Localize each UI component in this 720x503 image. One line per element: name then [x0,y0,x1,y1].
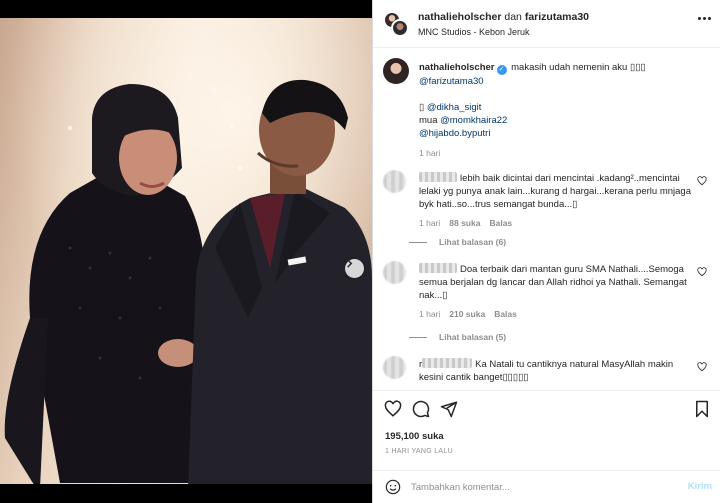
author-conjunction: dan [504,11,522,23]
avatar[interactable] [383,261,406,284]
comment-text: lebih baik dicintai dari mencintai .kada… [419,173,691,210]
like-heart-icon[interactable] [384,400,402,418]
blurred-username [419,263,457,273]
avatar[interactable] [383,58,409,84]
avatar [391,19,409,37]
post-side-panel: nathalieholscher dan farizutama30 MNC St… [372,0,720,503]
caption-mention[interactable]: @hijabdo.byputri [419,128,490,139]
emoji-smile-icon[interactable] [385,479,401,495]
heart-icon[interactable] [697,176,707,186]
avatar[interactable] [383,356,406,379]
reply-button[interactable]: Balas [489,217,512,230]
caption-mention[interactable]: @farizutama30 [419,76,484,87]
caption-emoji: ▯ [419,102,425,113]
bookmark-icon[interactable] [694,400,710,418]
post-location[interactable]: MNC Studios - Kebon Jeruk [418,27,530,37]
caption-body: makasih udah nemenin aku [511,62,628,73]
caption-mention[interactable]: @dikha_sigit [427,102,482,113]
verified-badge-icon: ✓ [496,65,507,75]
view-replies-button[interactable]: Lihat balasan (6) [409,237,506,247]
avatar[interactable] [383,170,406,193]
blurred-username [422,358,473,368]
post-comment-button[interactable]: Kirim [688,481,712,492]
comment-likes[interactable]: 210 suka [449,308,485,321]
comment-meta: 1 hari 88 suka Balas [419,217,691,230]
chevron-right-icon [347,259,353,268]
coauthor-username[interactable]: farizutama30 [525,11,589,23]
comment-input[interactable] [411,478,661,496]
add-comment-bar: Kirim [373,470,720,503]
comment-meta: 1 hari 210 suka Balas [419,308,691,321]
comment-body: r Ka Natali tu cantiknya natural MasyAlla… [419,358,691,384]
caption-mention[interactable]: @momkhaira22 [440,115,507,126]
comments-scroll-area[interactable]: nathalieholscher ✓ makasih udah nemenin a… [373,48,720,388]
reply-button[interactable]: Balas [494,308,517,321]
view-replies-button[interactable]: Lihat balasan (5) [409,332,506,342]
comment-icon[interactable] [412,400,430,418]
comment-body: Doa terbaik dari mantan guru SMA Nathali… [419,263,691,321]
collab-avatars[interactable] [383,11,409,37]
divider-line [409,241,427,243]
caption-emoji: ▯▯▯ [629,62,646,73]
post-authors: nathalieholscher dan farizutama30 [418,11,589,23]
comment-likes[interactable]: 88 suka [449,217,480,230]
caption-username[interactable]: nathalieholscher [419,62,495,73]
caption-mua-label: mua [419,115,438,126]
comment-time[interactable]: 1 hari [419,217,440,230]
author-username[interactable]: nathalieholscher [418,11,501,23]
photo-illustration [0,18,372,484]
divider-line [409,336,427,338]
more-options-icon[interactable] [698,17,711,20]
post-photo[interactable] [0,18,372,484]
comment-time[interactable]: 1 hari [419,308,440,321]
heart-icon[interactable] [697,267,707,277]
heart-icon[interactable] [697,362,707,372]
next-photo-button[interactable] [345,259,364,278]
blurred-username [419,172,457,182]
comment-body: lebih baik dicintai dari mencintai .kada… [419,172,691,230]
view-replies-label: Lihat balasan (5) [439,332,507,342]
instagram-post-modal: nathalieholscher dan farizutama30 MNC St… [0,0,720,503]
post-header: nathalieholscher dan farizutama30 MNC St… [373,0,720,48]
caption-text: nathalieholscher ✓ makasih udah nemenin a… [419,61,709,160]
post-timestamp[interactable]: 1 HARI YANG LALU [385,448,453,455]
post-actions: 195,100 suka 1 HARI YANG LALU [373,390,720,470]
share-paper-plane-icon[interactable] [440,400,458,418]
caption-time[interactable]: 1 hari [419,147,709,160]
likes-count[interactable]: 195,100 suka [385,431,444,442]
view-replies-label: Lihat balasan (6) [439,237,507,247]
comment-text: Doa terbaik dari mantan guru SMA Nathali… [419,264,687,301]
